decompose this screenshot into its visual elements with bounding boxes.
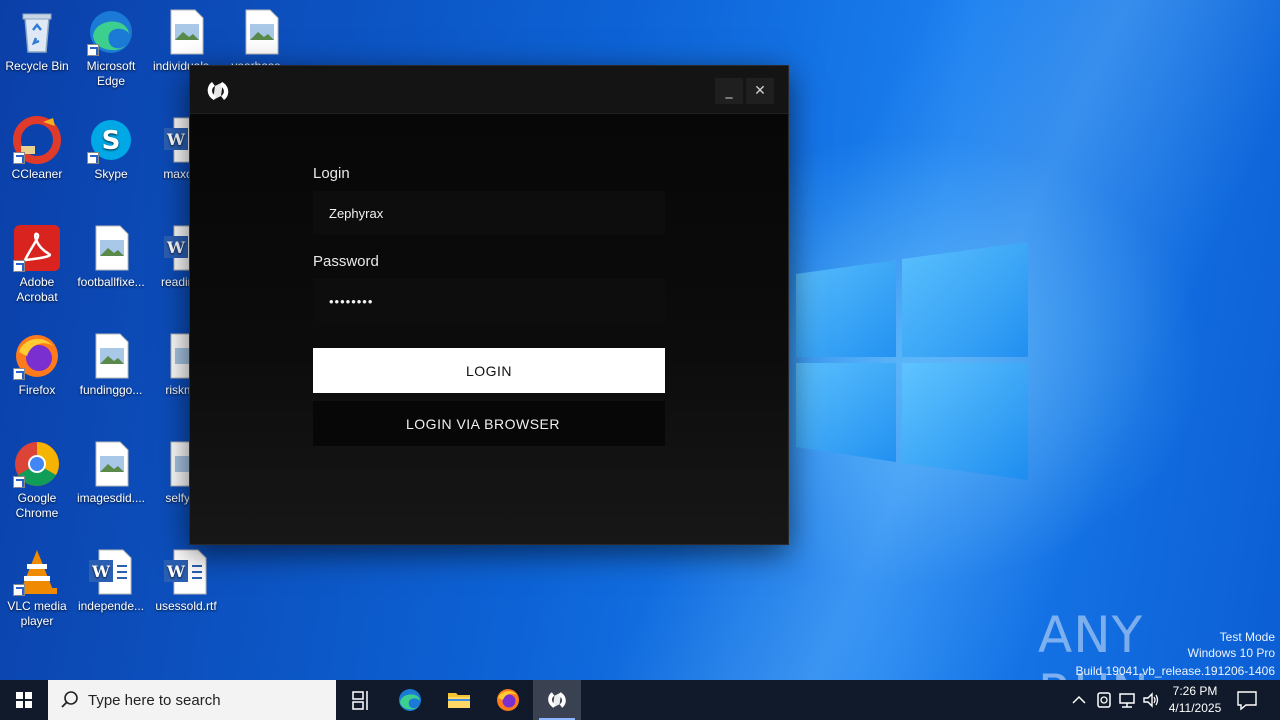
desktop-icon-vlc[interactable]: VLC media player — [1, 548, 73, 629]
minimize-button[interactable]: _ — [715, 78, 743, 104]
task-view-icon — [352, 691, 368, 710]
image-file-icon — [87, 440, 135, 488]
login-input[interactable] — [313, 191, 665, 235]
image-file-icon — [237, 8, 285, 56]
image-file-icon — [162, 8, 210, 56]
desktop-icon-ccleaner[interactable]: CCleaner — [1, 116, 73, 182]
desktop-icon-skype[interactable]: S Skype — [75, 116, 147, 182]
ccleaner-icon — [13, 116, 61, 164]
windows-edition-text: Windows 10 Pro — [1187, 646, 1275, 660]
clock-time: 7:26 PM — [1172, 684, 1218, 698]
desktop-icon-usessold[interactable]: W usessold.rtf — [150, 548, 222, 614]
windows-logo-wallpaper — [796, 242, 1028, 480]
desktop-icon-label: Microsoft Edge — [86, 59, 136, 88]
desktop-icon-label: usessold.rtf — [155, 599, 217, 613]
acrobat-icon — [13, 224, 61, 272]
firefox-icon — [13, 332, 61, 380]
word-doc-icon: W — [162, 548, 210, 596]
window-titlebar[interactable]: _ ✕ — [190, 66, 788, 114]
start-button[interactable] — [0, 680, 48, 720]
login-window: _ ✕ Login Password LOGIN LOGIN VIA BROWS… — [189, 65, 789, 545]
skype-icon: S — [87, 116, 135, 164]
windows-start-icon — [16, 692, 32, 708]
desktop-icon-adobe-acrobat[interactable]: Adobe Acrobat — [1, 224, 73, 305]
tray-app-icon[interactable] — [1094, 690, 1114, 710]
login-via-browser-button[interactable]: LOGIN VIA BROWSER — [313, 401, 665, 446]
search-icon — [61, 691, 78, 708]
desktop-icon-footballfixe[interactable]: footballfixe... — [75, 224, 147, 290]
taskbar-firefox[interactable] — [484, 680, 532, 720]
task-view-button[interactable] — [336, 680, 384, 720]
login-label: Login — [313, 165, 350, 182]
desktop-icon-label: independe... — [77, 599, 145, 613]
edge-icon — [399, 689, 421, 711]
desktop-icon-independe[interactable]: W independe... — [75, 548, 147, 614]
taskbar: Type here to search 7:26 PM 4/11/2025 — [0, 680, 1280, 720]
clock-date: 4/11/2025 — [1168, 701, 1222, 715]
svg-text:W: W — [91, 562, 111, 581]
app-logo-icon — [204, 78, 232, 104]
notifications-icon[interactable] — [1236, 689, 1258, 711]
desktop-icon-label: imagesdid.... — [76, 491, 146, 505]
login-button[interactable]: LOGIN — [313, 348, 665, 393]
chrome-icon — [13, 440, 61, 488]
taskbar-clock[interactable]: 7:26 PM 4/11/2025 — [1160, 683, 1230, 717]
close-button[interactable]: ✕ — [746, 78, 774, 104]
file-explorer-icon — [448, 693, 470, 708]
desktop-icon-label: VLC media player — [7, 599, 67, 628]
desktop-icon-label: CCleaner — [11, 167, 63, 181]
svg-text:W: W — [166, 562, 186, 581]
show-hidden-icons-chevron-icon[interactable] — [1069, 690, 1089, 710]
volume-icon[interactable] — [1141, 690, 1161, 710]
app-logo-icon — [548, 692, 566, 708]
vlc-icon — [13, 548, 61, 596]
test-mode-text: Test Mode — [1219, 630, 1275, 644]
desktop-icon-label: Skype — [94, 167, 128, 181]
word-doc-icon: W — [87, 548, 135, 596]
svg-text:W: W — [166, 238, 186, 257]
desktop-icon-label: Adobe Acrobat — [16, 275, 58, 304]
desktop-icon-microsoft-edge[interactable]: Microsoft Edge — [75, 8, 147, 89]
password-label: Password — [313, 253, 379, 270]
recycle-bin-icon — [13, 8, 61, 56]
desktop-icon-recycle-bin[interactable]: Recycle Bin — [1, 8, 73, 74]
desktop-icon-label: fundinggo... — [79, 383, 143, 397]
windows-build-text: Build 19041.vb_release.191206-1406 — [1075, 664, 1276, 678]
svg-text:S: S — [102, 126, 121, 156]
taskbar-edge[interactable] — [386, 680, 434, 720]
svg-text:W: W — [166, 130, 186, 149]
desktop-icon-imagesdid[interactable]: imagesdid.... — [75, 440, 147, 506]
desktop-icon-firefox[interactable]: Firefox — [1, 332, 73, 398]
taskbar-search-box[interactable]: Type here to search — [48, 680, 336, 720]
desktop-icon-google-chrome[interactable]: Google Chrome — [1, 440, 73, 521]
image-file-icon — [87, 224, 135, 272]
search-placeholder: Type here to search — [88, 692, 221, 709]
desktop-icon-label: Firefox — [18, 383, 56, 397]
edge-icon — [87, 8, 135, 56]
desktop-icon-fundinggo[interactable]: fundinggo... — [75, 332, 147, 398]
image-file-icon — [87, 332, 135, 380]
network-icon[interactable] — [1117, 690, 1137, 710]
desktop-icon-label: Recycle Bin — [5, 59, 69, 73]
taskbar-login-app[interactable] — [533, 680, 581, 720]
desktop-icon-label: Google Chrome — [15, 491, 59, 520]
password-input[interactable] — [313, 279, 665, 323]
taskbar-file-explorer[interactable] — [435, 680, 483, 720]
desktop-icon-label: footballfixe... — [77, 275, 145, 289]
firefox-icon — [497, 689, 519, 711]
